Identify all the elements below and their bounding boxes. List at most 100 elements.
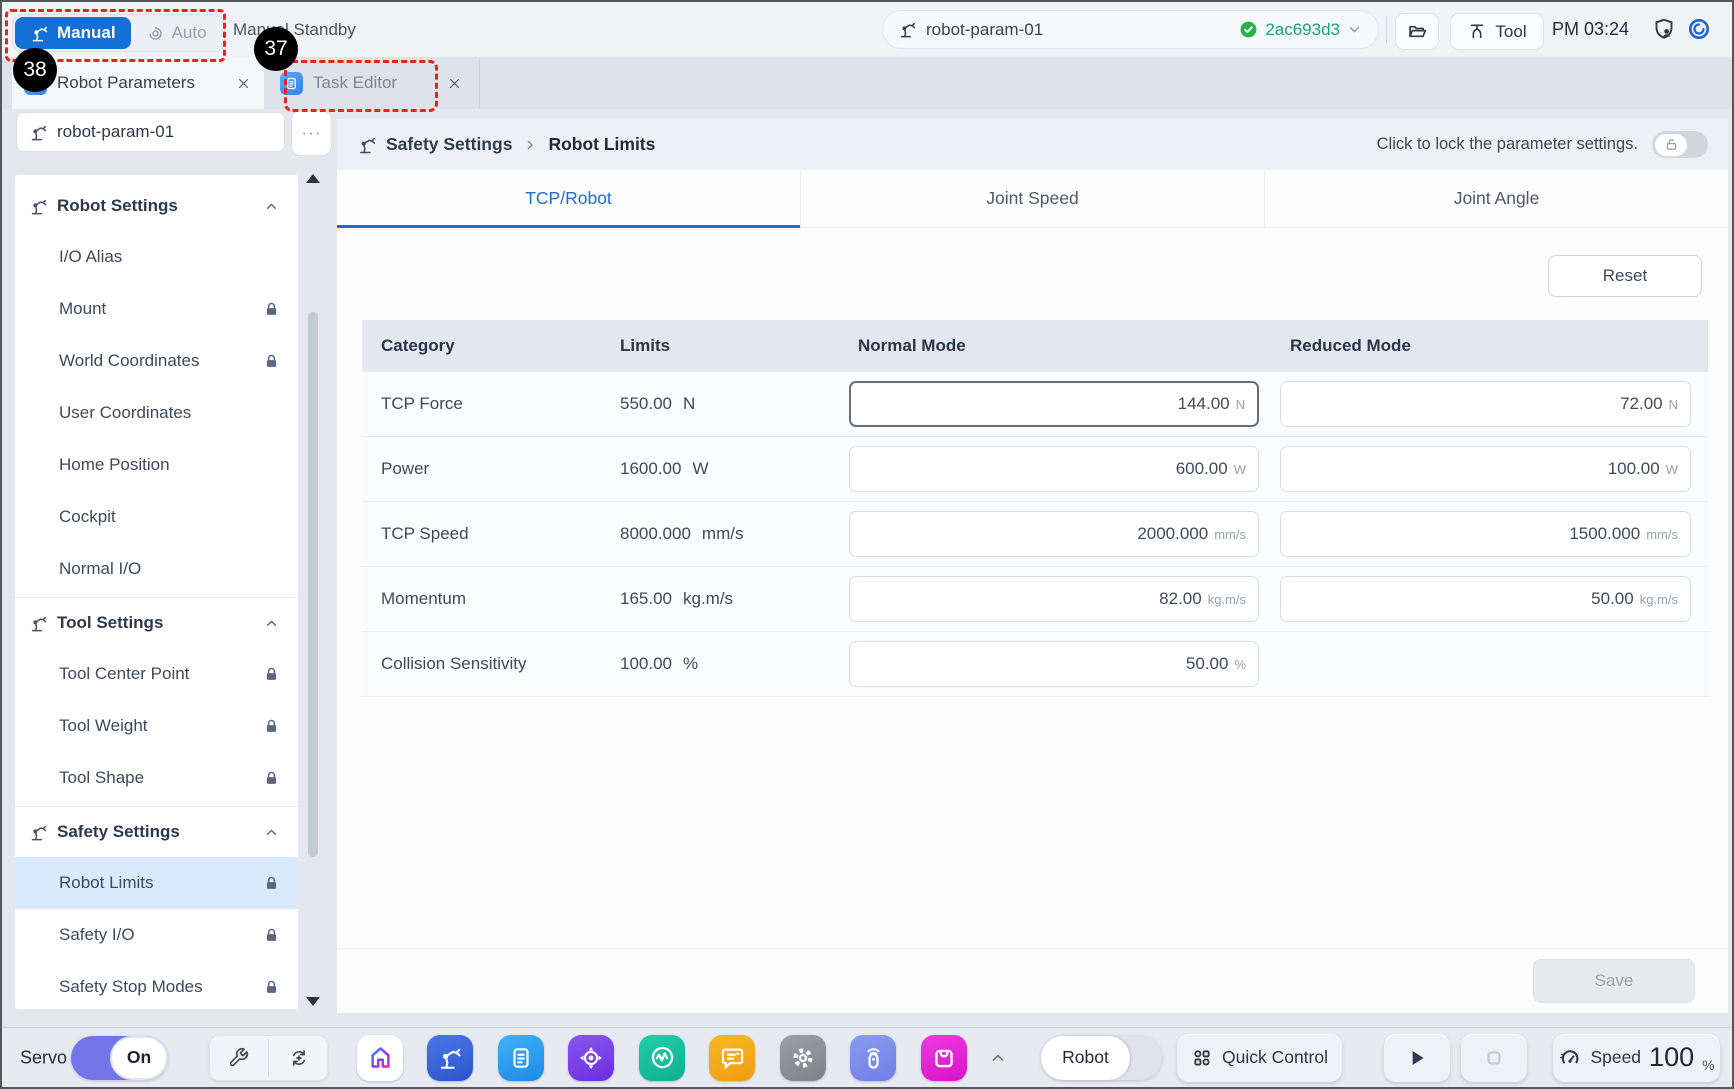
lock-icon — [263, 927, 280, 944]
robot-arm-icon — [29, 614, 48, 633]
sidebar-menu-item[interactable]: I/O Alias — [15, 231, 298, 283]
sidebar-menu-item[interactable]: Normal I/O — [15, 543, 298, 595]
table-row: TCP Speed 8000.000mm/s 2000.000mm/s 1500… — [362, 502, 1708, 567]
sidebar-menu-item[interactable]: Robot Limits — [15, 857, 298, 909]
settings-app-icon[interactable] — [780, 1035, 826, 1081]
auto-mode-button[interactable]: Auto — [131, 17, 222, 49]
task-app-icon[interactable] — [498, 1035, 544, 1081]
robot-arm-app-icon[interactable] — [427, 1035, 473, 1081]
auto-mode-label: Auto — [172, 23, 207, 43]
parameter-name: robot-param-01 — [926, 20, 1239, 40]
normal-mode-input[interactable]: 600.00W — [849, 446, 1259, 492]
home-app-icon[interactable] — [357, 1035, 403, 1081]
sidebar-item-label: Safety I/O — [59, 925, 263, 945]
recovery-icon[interactable] — [1687, 17, 1711, 41]
sidebar-menu-item[interactable]: Cockpit — [15, 491, 298, 543]
reduced-mode-input[interactable]: 50.00kg.m/s — [1280, 576, 1691, 622]
reduced-mode-input[interactable]: 1500.000mm/s — [1280, 511, 1691, 557]
speed-unit: % — [1702, 1057, 1714, 1073]
tab-tcp-robot[interactable]: TCP/Robot — [337, 170, 800, 227]
speed-label: Speed — [1590, 1047, 1641, 1068]
sidebar-menu-item[interactable]: User Coordinates — [15, 387, 298, 439]
scrollbar-down-arrow[interactable] — [306, 997, 320, 1006]
active-parameter-pill[interactable]: robot-param-01 2ac693d3 — [882, 10, 1379, 49]
reset-button[interactable]: Reset — [1548, 255, 1702, 297]
more-icon: ··· — [302, 123, 322, 143]
close-icon[interactable] — [235, 75, 252, 92]
lock-icon — [263, 353, 280, 370]
tab-joint-speed[interactable]: Joint Speed — [800, 170, 1264, 227]
lock-icon — [263, 301, 280, 318]
grid-icon — [1191, 1047, 1213, 1069]
table-header-row: Category Limits Normal Mode Reduced Mode — [362, 320, 1708, 372]
sidebar-menu-item[interactable]: Tool Center Point — [15, 648, 298, 700]
sidebar-item-label: Normal I/O — [59, 559, 280, 579]
sync-move-button[interactable] — [269, 1035, 328, 1081]
sidebar-menu-item[interactable]: Robot Settings — [15, 181, 298, 231]
reduced-mode-input[interactable]: 100.00W — [1280, 446, 1691, 492]
monitoring-app-icon[interactable] — [639, 1035, 685, 1081]
play-button[interactable] — [1384, 1034, 1450, 1082]
scrollbar-up-arrow[interactable] — [306, 174, 320, 183]
servo-state-label: On — [110, 1036, 168, 1080]
robot-mode-switch[interactable]: Robot — [1041, 1036, 1162, 1080]
reduced-mode-input[interactable]: 72.00N — [1280, 381, 1691, 427]
auto-mode-icon — [146, 24, 165, 43]
tab-joint-angle[interactable]: Joint Angle — [1264, 170, 1728, 227]
wrench-button[interactable] — [209, 1035, 268, 1081]
sidebar-item-label: Mount — [59, 299, 263, 319]
robot-arm-icon — [29, 123, 48, 142]
jog-app-icon[interactable] — [568, 1035, 614, 1081]
parameter-lock-toggle[interactable] — [1652, 131, 1708, 158]
safety-password-icon[interactable] — [1652, 17, 1676, 41]
tab-task-editor[interactable]: Task Editor — [264, 57, 480, 109]
sidebar-menu-item[interactable]: Safety I/O — [15, 909, 298, 961]
scrollbar-thumb[interactable] — [308, 312, 318, 857]
quick-control-button[interactable]: Quick Control — [1177, 1034, 1342, 1082]
close-icon[interactable] — [446, 75, 463, 92]
save-button[interactable]: Save — [1533, 959, 1695, 1003]
annotation-badge-38: 38 — [13, 48, 57, 92]
servo-toggle[interactable]: On — [71, 1036, 168, 1080]
breadcrumb: Safety Settings Robot Limits Click to lo… — [337, 119, 1728, 170]
chevron-right-icon — [522, 137, 538, 153]
check-circle-icon — [1239, 20, 1258, 39]
manual-mode-button[interactable]: Manual — [15, 17, 131, 49]
sidebar-menu-item[interactable]: World Coordinates — [15, 335, 298, 387]
remote-control-app-icon[interactable] — [850, 1035, 896, 1081]
mode-toggle[interactable]: Manual Auto — [12, 14, 225, 52]
tool-button[interactable]: Tool — [1450, 13, 1544, 50]
sidebar-item-label: Safety Stop Modes — [59, 977, 263, 997]
breadcrumb-section[interactable]: Safety Settings — [386, 134, 512, 155]
normal-mode-input[interactable]: 2000.000mm/s — [849, 511, 1259, 557]
sidebar-item-label: Tool Settings — [57, 613, 263, 633]
store-app-icon[interactable] — [921, 1035, 967, 1081]
sidebar-menu-item[interactable]: Home Position — [15, 439, 298, 491]
speed-indicator[interactable]: Speed 100 % — [1553, 1034, 1720, 1082]
servo-label: Servo — [20, 1047, 67, 1068]
category-cell: Collision Sensitivity — [362, 654, 616, 674]
sidebar-menu-item[interactable]: Tool Shape — [15, 752, 298, 804]
chevron-up-icon[interactable] — [988, 1048, 1008, 1068]
normal-mode-input[interactable]: 82.00kg.m/s — [849, 576, 1259, 622]
open-file-button[interactable] — [1395, 13, 1439, 50]
sidebar-menu-item[interactable]: Safety Stop Modes — [15, 961, 298, 1010]
log-app-icon[interactable] — [709, 1035, 755, 1081]
sidebar-menu-item[interactable]: Safety Settings — [15, 806, 298, 857]
normal-mode-input[interactable]: 50.00% — [849, 641, 1259, 687]
stop-button[interactable] — [1461, 1034, 1527, 1082]
sidebar-item-label: Tool Weight — [59, 716, 263, 736]
sidebar-item-label: Robot Settings — [57, 196, 263, 216]
limit-cell: 165.00kg.m/s — [616, 589, 849, 609]
parameter-file-input[interactable]: robot-param-01 — [16, 112, 285, 152]
limits-table: Category Limits Normal Mode Reduced Mode… — [362, 320, 1708, 697]
normal-mode-input[interactable]: 144.00N — [849, 381, 1259, 427]
folder-icon — [1407, 21, 1428, 42]
sidebar-menu-item[interactable]: Tool Weight — [15, 700, 298, 752]
sidebar-menu-item[interactable]: Mount — [15, 283, 298, 335]
chevron-down-icon[interactable] — [1346, 21, 1363, 38]
sidebar-menu-item[interactable]: Tool Settings — [15, 597, 298, 648]
more-options-button[interactable]: ··· — [291, 110, 332, 156]
lock-icon — [263, 718, 280, 735]
clock-text: PM 03:24 — [1552, 2, 1629, 57]
